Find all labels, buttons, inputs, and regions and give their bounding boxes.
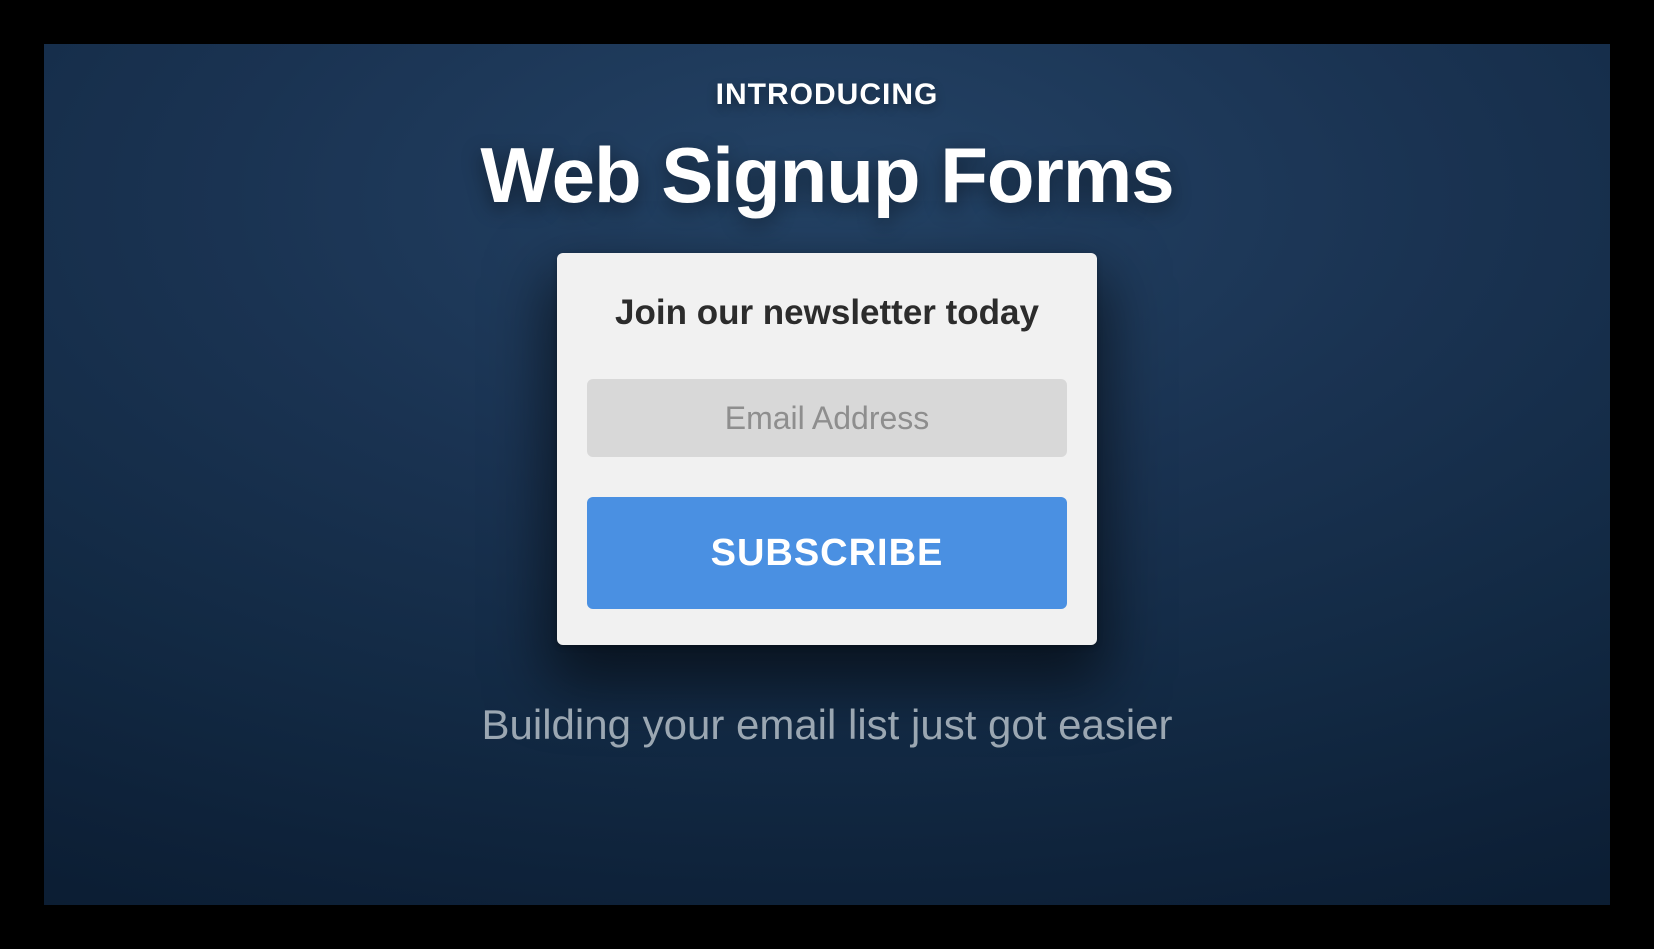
page-headline: Web Signup Forms: [480, 130, 1173, 221]
hero-panel: INTRODUCING Web Signup Forms Join our ne…: [44, 44, 1610, 905]
tagline: Building your email list just got easier: [482, 701, 1173, 749]
eyebrow-label: INTRODUCING: [716, 78, 939, 112]
email-field[interactable]: [587, 379, 1067, 457]
card-title: Join our newsletter today: [615, 293, 1039, 333]
signup-card: Join our newsletter today SUBSCRIBE: [557, 253, 1097, 645]
subscribe-button[interactable]: SUBSCRIBE: [587, 497, 1067, 609]
